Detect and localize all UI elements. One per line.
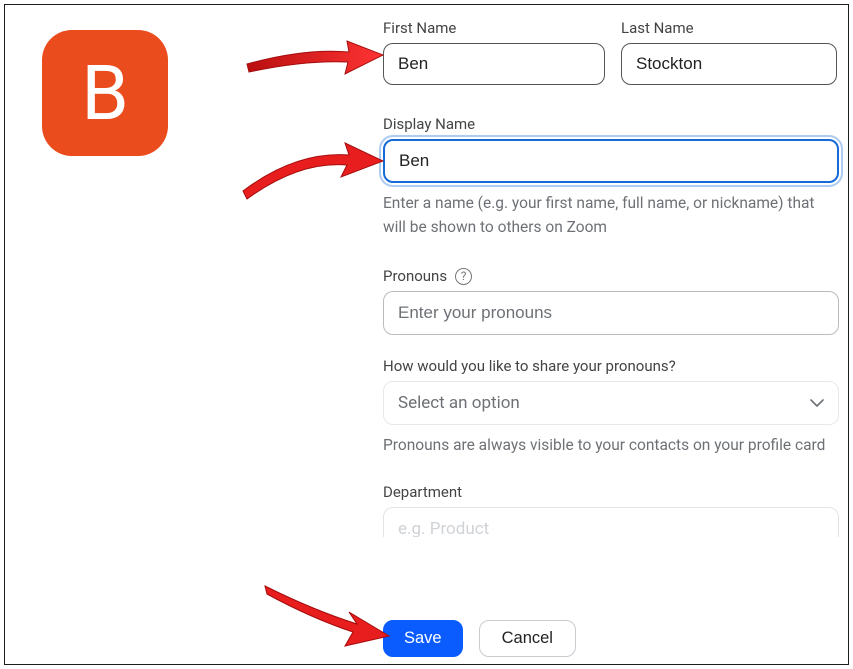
department-block: Department e.g. Product	[383, 483, 839, 537]
form-column: First Name Last Name Display Name Enter …	[383, 19, 839, 537]
share-pronouns-select[interactable]: Select an option	[383, 381, 839, 425]
avatar-letter: B	[81, 48, 128, 138]
first-name-block: First Name	[383, 19, 605, 85]
pronouns-label-text: Pronouns	[383, 267, 447, 285]
name-row: First Name Last Name	[383, 19, 839, 85]
button-row: Save Cancel	[383, 620, 576, 657]
department-label: Department	[383, 483, 839, 501]
pronouns-input[interactable]	[383, 291, 839, 335]
first-name-label: First Name	[383, 19, 605, 37]
display-name-label: Display Name	[383, 115, 839, 133]
cancel-button[interactable]: Cancel	[479, 620, 576, 657]
annotation-arrow-icon	[241, 125, 386, 205]
avatar[interactable]: B	[42, 30, 168, 156]
first-name-input[interactable]	[383, 43, 605, 85]
save-button[interactable]: Save	[383, 620, 463, 657]
help-icon[interactable]: ?	[455, 268, 472, 285]
pronouns-label: Pronouns ?	[383, 267, 839, 285]
share-pronouns-block: How would you like to share your pronoun…	[383, 357, 839, 457]
chevron-down-icon	[810, 399, 824, 407]
pronouns-block: Pronouns ?	[383, 267, 839, 335]
last-name-block: Last Name	[621, 19, 837, 85]
share-pronouns-label: How would you like to share your pronoun…	[383, 357, 839, 375]
department-input[interactable]: e.g. Product	[383, 507, 839, 537]
display-name-input[interactable]	[383, 139, 839, 183]
display-name-helper: Enter a name (e.g. your first name, full…	[383, 191, 839, 239]
last-name-label: Last Name	[621, 19, 837, 37]
share-pronouns-placeholder: Select an option	[398, 393, 520, 413]
last-name-input[interactable]	[621, 43, 837, 85]
annotation-arrow-icon	[245, 30, 385, 80]
profile-edit-panel: B First Name Last Name Display Name Ente…	[4, 4, 849, 665]
share-pronouns-helper: Pronouns are always visible to your cont…	[383, 433, 839, 457]
annotation-arrow-icon	[263, 580, 391, 658]
display-name-block: Display Name Enter a name (e.g. your fir…	[383, 115, 839, 239]
